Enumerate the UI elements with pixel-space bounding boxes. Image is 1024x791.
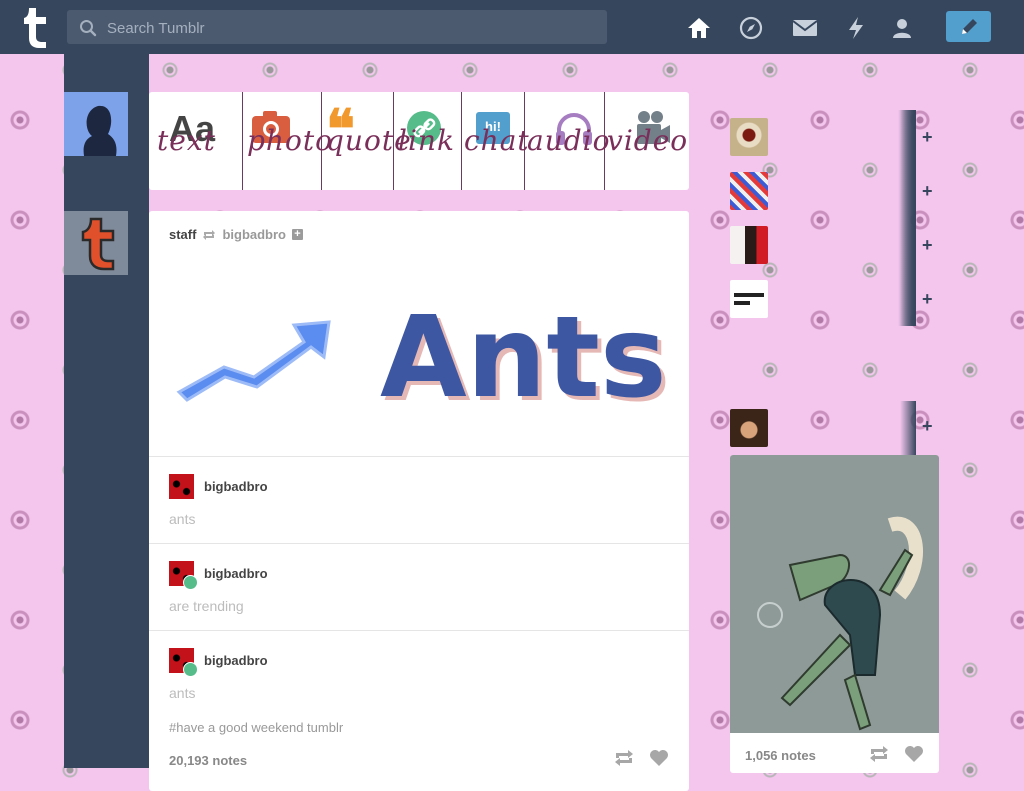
chain-text: ants: [169, 511, 196, 527]
avatar[interactable]: [169, 561, 198, 590]
explore-icon[interactable]: [738, 15, 764, 41]
avatar: [730, 409, 768, 447]
post-type-quote[interactable]: ❝ quote: [322, 92, 411, 190]
avatar: [730, 226, 768, 264]
post-type-text[interactable]: Aa text: [149, 92, 243, 190]
avatar: [730, 172, 768, 210]
post-type-link[interactable]: link: [394, 92, 462, 190]
recommended-blog[interactable]: +: [730, 218, 933, 272]
staff-avatar[interactable]: [64, 211, 128, 275]
top-navigation-bar: [0, 0, 1024, 54]
post-type-text-label: text: [157, 124, 216, 157]
trending-banner-image: Ants Ants: [176, 297, 671, 417]
left-rail: [64, 54, 149, 768]
like-heart-icon[interactable]: [649, 749, 669, 767]
follow-plus-icon[interactable]: +: [922, 417, 933, 435]
post-type-photo[interactable]: photo: [243, 92, 332, 190]
reblogged-from[interactable]: bigbadbro: [222, 227, 286, 242]
post-type-video[interactable]: video: [605, 92, 689, 190]
avatar: [730, 280, 768, 318]
post-actions: [613, 749, 669, 767]
tumblr-logo-icon[interactable]: [18, 6, 52, 48]
search-box[interactable]: [67, 10, 607, 46]
post-tags[interactable]: #have a good weekend tumblr: [169, 720, 343, 735]
radar-blog[interactable]: +: [730, 401, 933, 455]
post-author[interactable]: staff: [169, 227, 196, 242]
reblog-icon[interactable]: [613, 749, 635, 767]
post-type-chat-label: chat: [464, 124, 530, 157]
dashboard-post: staff bigbadbro + Ants Ants bigbadbro an…: [149, 211, 689, 791]
follow-plus-icon[interactable]: +: [922, 236, 933, 254]
like-heart-icon[interactable]: [904, 745, 924, 763]
reblog-chain-item: bigbadbro ants: [149, 456, 689, 544]
inbox-icon[interactable]: [792, 15, 818, 41]
radar-notes-count[interactable]: 1,056 notes: [745, 748, 816, 763]
lolgifs-logo-icon: [734, 293, 764, 305]
chain-text: are trending: [169, 598, 244, 614]
chain-text: ants: [169, 685, 196, 701]
radar-image[interactable]: [730, 455, 939, 733]
pencil-icon: [961, 18, 977, 34]
user-avatar[interactable]: [64, 92, 128, 156]
search-input[interactable]: [105, 10, 599, 46]
radar-actions: [868, 745, 924, 763]
reblog-arrow-icon: [203, 229, 216, 240]
avatar: [730, 118, 768, 156]
reblog-chain-item: bigbadbro ants: [149, 630, 689, 718]
avatar[interactable]: [169, 474, 194, 499]
post-header: staff bigbadbro +: [169, 227, 303, 242]
activity-icon[interactable]: [843, 15, 869, 41]
recommended-blog[interactable]: +: [730, 164, 933, 218]
chain-username[interactable]: bigbadbro: [204, 479, 268, 494]
post-type-audio[interactable]: audio: [525, 92, 609, 190]
banner-text: Ants: [380, 297, 667, 417]
fade-overlay: [900, 401, 916, 455]
radar-post: 1,056 notes: [730, 455, 939, 773]
avatar[interactable]: [169, 648, 198, 677]
post-type-chat[interactable]: hi! chat: [462, 92, 529, 190]
sidebar-divider: [898, 110, 916, 326]
recommended-blog[interactable]: +: [730, 272, 933, 326]
chain-username[interactable]: bigbadbro: [204, 566, 268, 581]
follow-plus-icon[interactable]: +: [922, 128, 933, 146]
post-type-audio-label: audio: [527, 124, 611, 157]
post-type-video-label: video: [607, 124, 689, 157]
home-icon[interactable]: [686, 15, 712, 41]
reblog-badge-icon: [183, 662, 198, 677]
account-icon[interactable]: [889, 15, 915, 41]
reblog-chain-item: bigbadbro are trending: [149, 543, 689, 631]
recommended-blog[interactable]: +: [730, 110, 933, 164]
reblog-badge-icon: [183, 575, 198, 590]
follow-plus-icon[interactable]: +: [922, 290, 933, 308]
post-type-photo-label: photo: [247, 124, 333, 157]
post-type-bar: Aa text photo ❝ quote link hi! chat audi…: [149, 92, 689, 190]
follow-plus-icon[interactable]: +: [922, 182, 933, 200]
post-notes-count[interactable]: 20,193 notes: [169, 753, 247, 768]
chain-username[interactable]: bigbadbro: [204, 653, 268, 668]
compose-button[interactable]: [946, 11, 991, 42]
search-icon: [80, 20, 97, 37]
reblog-icon[interactable]: [868, 745, 890, 763]
post-type-link-label: link: [398, 124, 455, 157]
follow-plus-icon[interactable]: +: [292, 229, 303, 240]
